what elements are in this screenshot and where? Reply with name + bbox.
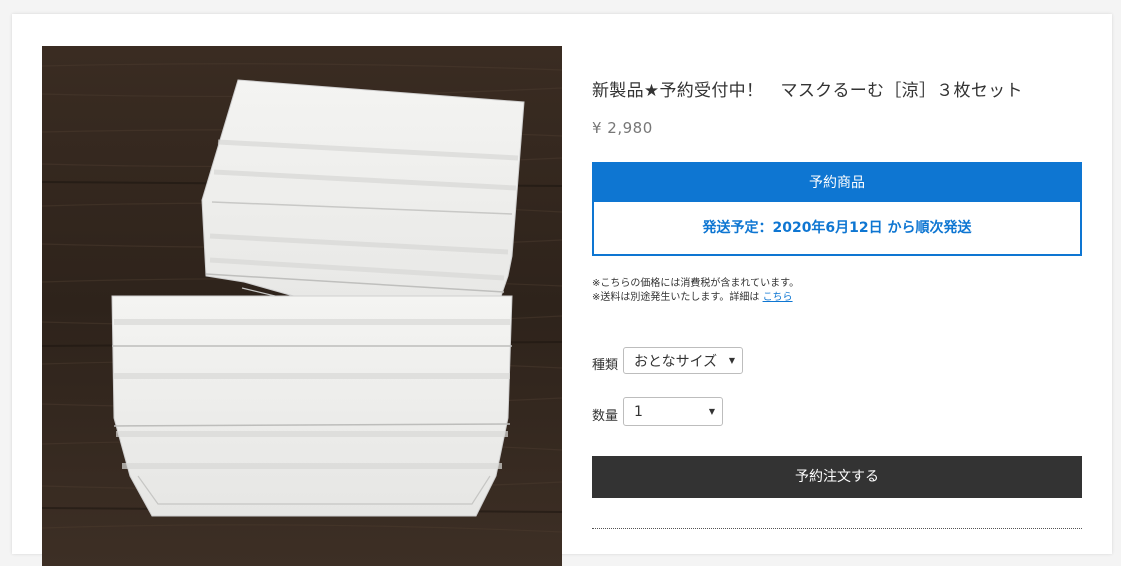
preorder-button[interactable]: 予約注文する [592, 456, 1082, 498]
type-label: 種類 [592, 358, 619, 373]
shipping-note-text: ※送料は別途発生いたします。詳細は [592, 292, 763, 303]
dropdown-arrow-icon: ▼ [728, 356, 735, 365]
product-title: 新製品★予約受付中！ マスクるーむ［涼］３枚セット [592, 81, 1023, 101]
price-notes: ※こちらの価格には消費税が含まれています。 ※送料は別途発生いたします。詳細は … [592, 277, 799, 305]
shipping-details-link[interactable]: こちら [763, 292, 793, 303]
shipping-schedule: 発送予定：2020年6月12日 から順次発送 [702, 220, 972, 236]
type-field: 種類 おとなサイズ ▼ [592, 347, 743, 374]
divider [592, 528, 1082, 529]
quantity-select-value: 1 [634, 403, 643, 420]
tax-note: ※こちらの価格には消費税が含まれています。 [592, 278, 800, 289]
dropdown-arrow-icon: ▼ [708, 407, 715, 416]
preorder-header: 予約商品 [594, 164, 1080, 202]
type-select-value: おとなサイズ [634, 353, 718, 370]
product-card: 新製品★予約受付中！ マスクるーむ［涼］３枚セット ¥ 2,980 予約商品 発… [12, 14, 1112, 566]
quantity-field: 数量 1 ▼ [592, 397, 723, 426]
quantity-select[interactable]: 1 ▼ [623, 397, 723, 426]
type-select[interactable]: おとなサイズ ▼ [623, 347, 743, 374]
shipping-note: ※送料は別途発生いたします。詳細は こちら [592, 291, 799, 305]
mask-photo-image [42, 46, 562, 566]
product-photo[interactable] [42, 46, 562, 566]
product-price: ¥ 2,980 [592, 119, 653, 137]
quantity-label: 数量 [592, 409, 619, 424]
preorder-box: 予約商品 発送予定：2020年6月12日 から順次発送 [592, 162, 1082, 256]
